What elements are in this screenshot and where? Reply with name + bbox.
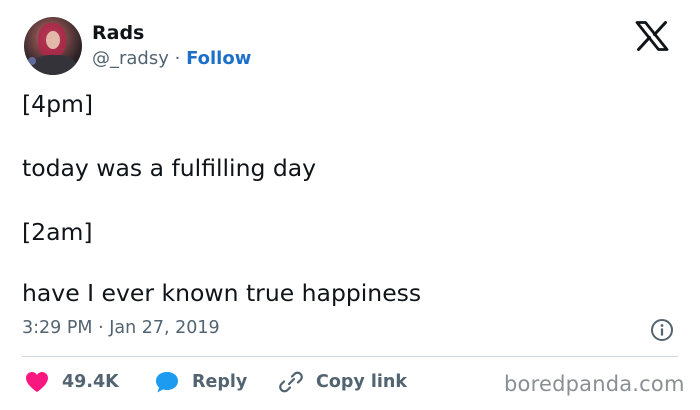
like-button[interactable]: 49.4K: [24, 366, 119, 398]
watermark: boredpanda.com: [504, 372, 685, 396]
like-count: 49.4K: [62, 372, 119, 392]
chain-link-icon: [279, 371, 303, 393]
avatar-body: [32, 55, 76, 75]
tweet-line: have I ever known true happiness: [22, 279, 422, 307]
tweet-timestamp[interactable]: 3:29 PM · Jan 27, 2019: [22, 318, 220, 338]
handle-line: @_radsy · Follow: [92, 48, 251, 69]
avatar-face: [46, 31, 60, 49]
x-logo-icon[interactable]: [635, 21, 669, 51]
tweet-line: [2am]: [22, 218, 93, 246]
divider: [22, 356, 678, 357]
reply-label: Reply: [192, 372, 248, 392]
avatar-light: [28, 57, 36, 65]
tweet-line: today was a fulfilling day: [22, 154, 317, 182]
info-icon[interactable]: [650, 318, 674, 342]
display-name[interactable]: Rads: [92, 22, 144, 44]
speech-bubble-icon: [156, 372, 178, 393]
user-handle[interactable]: @_radsy: [92, 48, 169, 69]
copy-link-button[interactable]: Copy link: [278, 366, 407, 398]
avatar[interactable]: [24, 17, 82, 75]
copy-link-label: Copy link: [316, 372, 407, 392]
heart-icon: [26, 372, 48, 392]
handle-separator: ·: [168, 48, 187, 69]
follow-button[interactable]: Follow: [186, 48, 251, 69]
tweet-line: [4pm]: [22, 90, 94, 118]
reply-button[interactable]: Reply: [154, 366, 247, 398]
